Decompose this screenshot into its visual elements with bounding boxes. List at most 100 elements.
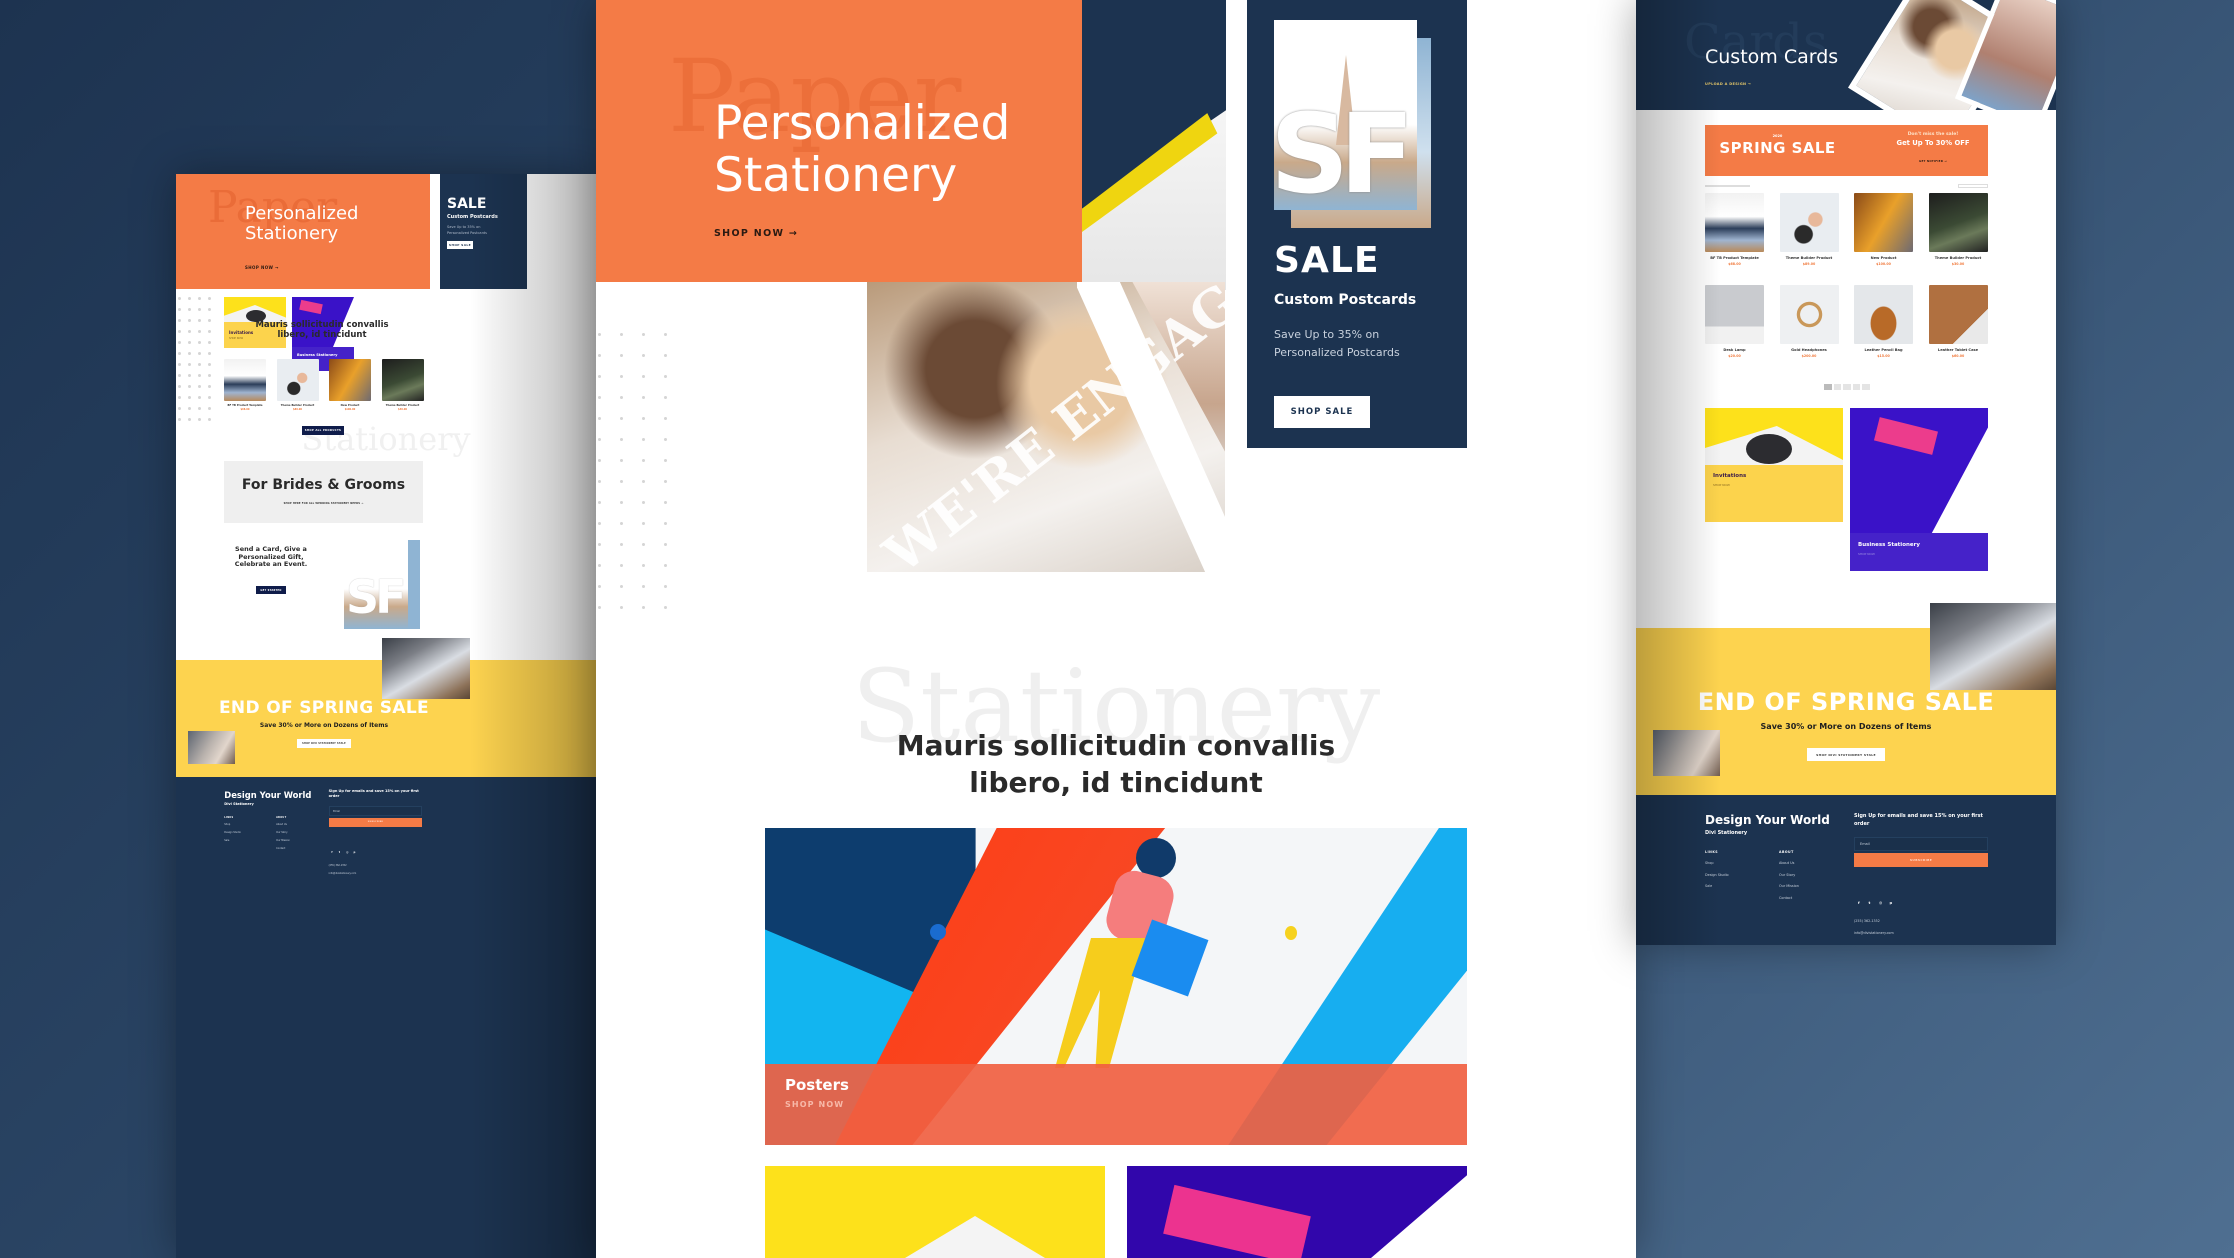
- footer-link[interactable]: About Us: [1779, 861, 1794, 865]
- dot: [188, 341, 191, 344]
- dot: [620, 354, 623, 357]
- page-button[interactable]: [1824, 384, 1832, 390]
- product-image[interactable]: [1928, 285, 1988, 344]
- shop-now-link[interactable]: SHOP NOW →: [714, 228, 798, 239]
- footer-link[interactable]: Contact: [1779, 896, 1792, 900]
- page-button[interactable]: [1833, 384, 1842, 390]
- product-name[interactable]: Leather Tablet Case: [1929, 348, 1988, 352]
- brides-link[interactable]: SHOP HERE FOR ALL WEDDING STATIONERY NEE…: [224, 502, 423, 505]
- product-name[interactable]: Theme Builder Product: [382, 404, 424, 407]
- product-card[interactable]: New Product $100.00: [1854, 193, 1913, 266]
- product-image[interactable]: [1779, 193, 1839, 252]
- footer-link[interactable]: Our Mission: [276, 839, 290, 842]
- product-card[interactable]: Theme Builder Product $89.00: [276, 359, 319, 411]
- product-card[interactable]: Theme Builder Product $30.00: [381, 359, 424, 411]
- product-card[interactable]: Leather Tablet Case $60.00: [1928, 285, 1988, 358]
- shop-sale-button[interactable]: SHOP SALE: [1274, 396, 1370, 428]
- footer-link[interactable]: Design Studio: [1705, 873, 1729, 877]
- instagram-icon[interactable]: ◎: [346, 851, 348, 854]
- product-card[interactable]: Leather Pencil Bag $15.00: [1854, 285, 1913, 358]
- page-button[interactable]: [1843, 384, 1851, 390]
- page-button[interactable]: [1862, 384, 1870, 390]
- facebook-icon[interactable]: f: [1858, 900, 1860, 905]
- footer-link[interactable]: Design Studio: [224, 831, 241, 834]
- product-image[interactable]: [1705, 193, 1764, 252]
- footer-link[interactable]: Sale: [1705, 884, 1712, 888]
- shop-all-products-button[interactable]: SHOP ALL PRODUCTS: [302, 426, 344, 435]
- product-name[interactable]: Theme Builder Product: [1929, 256, 1988, 260]
- product-image[interactable]: [1854, 193, 1913, 252]
- shop-sale-button[interactable]: SHOP SALE: [447, 241, 473, 249]
- footer-link[interactable]: Our Mission: [1779, 884, 1799, 888]
- sale-card: SF SALE Custom Postcards Save Up to 35% …: [1247, 0, 1467, 448]
- product-name[interactable]: BF TB Product Template: [1705, 256, 1764, 260]
- footer-link[interactable]: Our Story: [1779, 873, 1795, 877]
- product-card[interactable]: BF TB Product Template $68.00: [1705, 193, 1764, 266]
- product-image[interactable]: [224, 359, 266, 401]
- get-notified-link[interactable]: GET NOTIFIED →: [1883, 159, 1983, 163]
- product-name[interactable]: Theme Builder Product: [277, 404, 319, 407]
- product-name[interactable]: New Product: [329, 404, 371, 407]
- get-started-button[interactable]: GET STARTED: [256, 586, 286, 594]
- business-stationery-tile[interactable]: [1127, 1166, 1467, 1258]
- tile-cta[interactable]: SHOP NOW: [1858, 552, 1875, 556]
- pinterest-icon[interactable]: p: [1890, 900, 1893, 905]
- dot: [664, 333, 667, 336]
- brides-grooms-box[interactable]: For Brides & Grooms SHOP HERE FOR ALL WE…: [224, 461, 423, 523]
- invitations-tile[interactable]: [765, 1166, 1105, 1258]
- product-name[interactable]: New Product: [1854, 256, 1913, 260]
- product-card[interactable]: Gold Headphones $200.00: [1779, 285, 1839, 358]
- product-name[interactable]: Desk Lamp: [1705, 348, 1764, 352]
- subscribe-button[interactable]: SUBSCRIBE: [328, 817, 423, 828]
- product-image[interactable]: [329, 359, 371, 401]
- footer-email[interactable]: info@divistationery.com: [1854, 931, 1894, 935]
- footer-link[interactable]: Contact: [276, 847, 285, 850]
- instagram-icon[interactable]: ◎: [1879, 900, 1882, 905]
- product-name[interactable]: BF TB Product Template: [224, 404, 266, 407]
- product-card[interactable]: New Product $100.00: [329, 359, 371, 411]
- business-stationery-tile[interactable]: Business Stationery SHOP NOW: [1850, 408, 1988, 571]
- shop-now-link[interactable]: SHOP NOW →: [245, 265, 279, 270]
- product-image[interactable]: [1928, 193, 1988, 252]
- page-button[interactable]: [1852, 384, 1861, 390]
- footer-link[interactable]: Shop: [1705, 861, 1714, 865]
- sort-select[interactable]: [1958, 184, 1988, 188]
- twitter-icon[interactable]: t: [1869, 900, 1871, 905]
- product-name[interactable]: Leather Pencil Bag: [1854, 348, 1913, 352]
- facebook-icon[interactable]: f: [331, 851, 332, 854]
- footer-email[interactable]: info@divistationery.com: [329, 872, 357, 875]
- pinterest-icon[interactable]: p: [353, 851, 355, 854]
- twitter-icon[interactable]: t: [339, 851, 340, 854]
- pagination[interactable]: [1824, 384, 1870, 390]
- email-input[interactable]: Email: [1854, 837, 1988, 851]
- tile-cta[interactable]: SHOP NOW: [1713, 483, 1730, 487]
- posters-cta[interactable]: SHOP NOW: [785, 1100, 844, 1109]
- email-input[interactable]: Email: [328, 806, 423, 817]
- dot: [620, 543, 623, 546]
- footer-link[interactable]: Our Story: [276, 831, 287, 834]
- upload-design-link[interactable]: UPLOAD A DESIGN →: [1705, 82, 1751, 86]
- small-photo: [188, 731, 235, 764]
- shop-sale-button[interactable]: SHOP DIVI STATIONERY STALE: [1807, 748, 1885, 761]
- product-price: $60.00: [1951, 353, 1965, 358]
- product-name[interactable]: Gold Headphones: [1780, 348, 1839, 352]
- shop-sale-button[interactable]: SHOP DIVI STATIONERY STALE: [297, 739, 351, 748]
- posters-tile[interactable]: Posters SHOP NOW: [765, 828, 1467, 1145]
- dot: [188, 297, 191, 300]
- product-image[interactable]: [1705, 285, 1764, 344]
- product-image[interactable]: [1854, 285, 1913, 344]
- product-card[interactable]: Theme Builder Product $30.00: [1928, 193, 1988, 266]
- invitations-tile[interactable]: Invitations SHOP NOW: [1705, 408, 1843, 522]
- footer-link[interactable]: Shop: [224, 823, 230, 826]
- product-name[interactable]: Theme Builder Product: [1780, 256, 1839, 260]
- product-card[interactable]: Theme Builder Product $89.00: [1779, 193, 1839, 266]
- product-image[interactable]: [381, 359, 424, 401]
- subscribe-button[interactable]: SUBSCRIBE: [1854, 853, 1988, 867]
- product-image[interactable]: [276, 359, 319, 401]
- product-image[interactable]: [1779, 285, 1839, 344]
- footer-link[interactable]: Sale: [224, 839, 229, 842]
- product-card[interactable]: BF TB Product Template $68.00: [224, 359, 266, 411]
- footer-link[interactable]: About Us: [276, 823, 287, 826]
- dot-pattern: [598, 333, 686, 609]
- product-card[interactable]: Desk Lamp $20.00: [1705, 285, 1764, 358]
